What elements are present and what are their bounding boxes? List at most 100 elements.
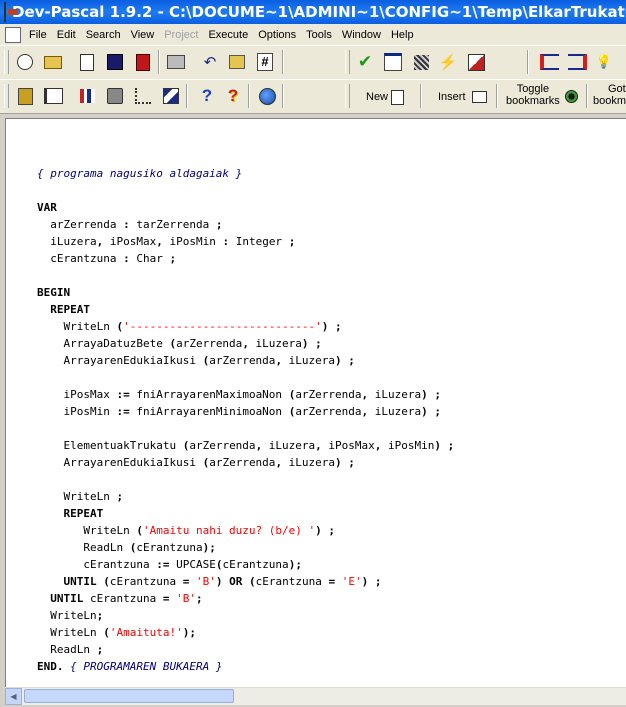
dev-pascal-app-icon[interactable] <box>4 2 18 22</box>
code-line[interactable] <box>37 148 454 165</box>
source-code[interactable]: { programa nagusiko aldagaiak } VAR arZer… <box>37 148 454 675</box>
code-line[interactable]: WriteLn ; <box>37 488 454 505</box>
menu-window[interactable]: Window <box>338 29 387 41</box>
code-line[interactable]: ArrayarenEdukiaIkusi (arZerrenda, iLuzer… <box>37 352 454 369</box>
code-line[interactable]: BEGIN <box>37 284 454 301</box>
project-icon <box>17 54 33 70</box>
code-line[interactable]: iLuzera, iPosMax, iPosMin : Integer ; <box>37 233 454 250</box>
code-line[interactable]: cErantzuna : Char ; <box>37 250 454 267</box>
undo-icon: ↶ <box>203 54 217 71</box>
save-button[interactable] <box>104 51 126 73</box>
tip-button[interactable]: 💡 <box>593 51 615 73</box>
code-line[interactable]: iPosMax := fniArrayarenMaximoaNon (arZer… <box>37 386 454 403</box>
code-line[interactable]: UNTIL cErantzuna = 'B'; <box>37 590 454 607</box>
close-file-button[interactable] <box>132 51 154 73</box>
unindent-button[interactable] <box>566 51 588 73</box>
compiler-log-button[interactable] <box>104 85 126 107</box>
code-line[interactable]: ArrayarenEdukiaIkusi (arZerrenda, iLuzer… <box>37 454 454 471</box>
code-line[interactable]: VAR <box>37 199 454 216</box>
code-line[interactable]: REPEAT <box>37 301 454 318</box>
options-icon <box>467 53 485 71</box>
code-line[interactable]: ElementuakTrukatu (arZerrenda, iLuzera, … <box>37 437 454 454</box>
compile-button[interactable]: ✔ <box>354 51 376 73</box>
tree-view-button[interactable] <box>132 85 154 107</box>
context-help-icon: ? <box>227 86 239 105</box>
scrollbar-thumb[interactable] <box>24 689 234 703</box>
open-file-button[interactable] <box>42 51 64 73</box>
toggle-bookmarks-icon-button[interactable] <box>560 85 582 107</box>
code-editor[interactable]: { programa nagusiko aldagaiak } VAR arZer… <box>5 118 626 689</box>
log-icon <box>107 88 123 104</box>
document-menu-icon[interactable] <box>5 26 21 43</box>
resources-button[interactable] <box>160 85 182 107</box>
code-line[interactable] <box>37 420 454 437</box>
code-line[interactable]: REPEAT <box>37 505 454 522</box>
indent-button[interactable] <box>538 51 560 73</box>
code-line[interactable]: arZerrenda : tarZerrenda ; <box>37 216 454 233</box>
code-line[interactable]: { programa nagusiko aldagaiak } <box>37 165 454 182</box>
context-help-button[interactable]: ? <box>222 85 244 107</box>
globe-icon <box>258 87 276 105</box>
help-button[interactable]: ? <box>196 85 218 107</box>
notes-button[interactable] <box>42 85 64 107</box>
toggle-bookmarks-button[interactable]: Toggle bookmarks <box>506 83 560 107</box>
menu-file[interactable]: File <box>25 29 53 41</box>
undo-button[interactable]: ↶ <box>199 51 221 73</box>
class-browser-button[interactable] <box>14 85 36 107</box>
menu-tools[interactable]: Tools <box>302 29 338 41</box>
run-button[interactable] <box>382 51 404 73</box>
scroll-left-button[interactable]: ◀ <box>5 688 22 705</box>
toolbar-grip[interactable] <box>345 84 350 108</box>
goto-bookmarks-button[interactable]: Gotobookmarks <box>593 83 626 107</box>
code-line[interactable]: ReadLn (cErantzuna); <box>37 539 454 556</box>
debug-button[interactable] <box>410 51 432 73</box>
code-line[interactable]: WriteLn ('----------------------------')… <box>37 318 454 335</box>
print-button[interactable] <box>165 51 187 73</box>
run-window-icon <box>384 53 402 71</box>
code-line[interactable]: iPosMin := fniArrayarenMinimoaNon (arZer… <box>37 403 454 420</box>
code-line[interactable]: END. { PROGRAMAREN BUKAERA } <box>37 658 454 675</box>
new-file-button[interactable] <box>76 51 98 73</box>
open-project-button[interactable] <box>14 51 36 73</box>
menu-search[interactable]: Search <box>82 29 127 41</box>
horizontal-scrollbar[interactable]: ◀ <box>5 687 626 705</box>
toolbar-grip[interactable] <box>4 84 9 108</box>
secondary-toolbar: ? ? New Insert Togglebookmarks Gotobookm… <box>0 79 626 114</box>
new-dropdown-button[interactable]: New <box>366 85 405 109</box>
lightning-icon: ⚡ <box>438 54 458 71</box>
notebook-icon <box>43 88 63 104</box>
code-line[interactable]: WriteLn ('Amaituta!'); <box>37 624 454 641</box>
editor-frame: { programa nagusiko aldagaiak } VAR arZer… <box>0 114 626 707</box>
code-line[interactable]: WriteLn ('Amaitu nahi duzu? (b/e) ') ; <box>37 522 454 539</box>
code-line[interactable]: UNTIL (cErantzuna = 'B') OR (cErantzuna … <box>37 573 454 590</box>
debug-icon <box>413 54 429 70</box>
toolbar-grip[interactable] <box>4 50 9 74</box>
report-button[interactable] <box>76 85 98 107</box>
code-line[interactable] <box>37 471 454 488</box>
insert-dropdown-button[interactable]: Insert <box>438 85 487 109</box>
goto-bookmarks-label-line2: bookmarks <box>593 95 626 107</box>
menu-project[interactable]: Project <box>160 29 204 41</box>
toggle-bookmarks-label-line2: bookmarks <box>506 95 560 107</box>
code-line[interactable]: WriteLn; <box>37 607 454 624</box>
menu-view[interactable]: View <box>127 29 161 41</box>
grid-icon: # <box>257 53 273 71</box>
code-line[interactable] <box>37 182 454 199</box>
menu-options[interactable]: Options <box>254 29 302 41</box>
menu-execute[interactable]: Execute <box>204 29 254 41</box>
goto-line-button[interactable]: # <box>254 51 276 73</box>
website-button[interactable] <box>256 85 278 107</box>
code-line[interactable]: cErantzuna := UPCASE(cErantzuna); <box>37 556 454 573</box>
printer-icon <box>167 55 185 69</box>
code-line[interactable] <box>37 369 454 386</box>
menu-edit[interactable]: Edit <box>53 29 82 41</box>
code-line[interactable] <box>37 267 454 284</box>
code-line[interactable]: ReadLn ; <box>37 641 454 658</box>
help-icon: ? <box>201 86 213 105</box>
toolbar-grip[interactable] <box>345 50 350 74</box>
find-button[interactable] <box>226 51 248 73</box>
menu-help[interactable]: Help <box>387 29 420 41</box>
rebuild-button[interactable]: ⚡ <box>437 51 459 73</box>
code-line[interactable]: ArrayaDatuzBete (arZerrenda, iLuzera) ; <box>37 335 454 352</box>
project-options-button[interactable] <box>465 51 487 73</box>
